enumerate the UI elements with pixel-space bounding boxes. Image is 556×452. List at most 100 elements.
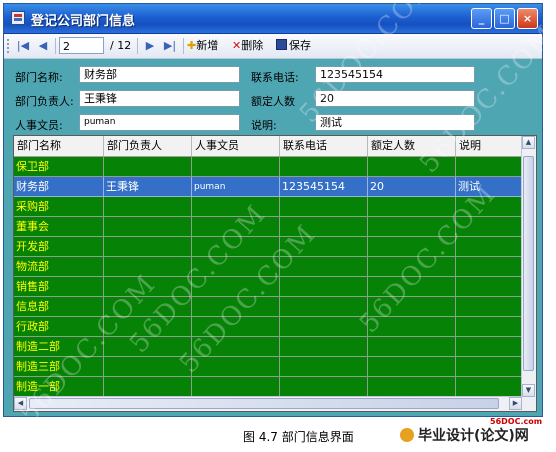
vertical-scroll-thumb[interactable]: [523, 156, 534, 371]
move-last-icon[interactable]: ▶|: [161, 37, 179, 55]
table-cell[interactable]: [104, 337, 192, 357]
table-cell[interactable]: [192, 337, 280, 357]
table-cell[interactable]: [368, 297, 456, 317]
manager-field[interactable]: 王秉锋: [79, 90, 240, 107]
delete-button[interactable]: ✕删除: [232, 37, 263, 55]
table-cell[interactable]: [456, 217, 522, 237]
table-cell[interactable]: [280, 297, 368, 317]
column-header[interactable]: 额定人数: [368, 136, 456, 156]
table-row[interactable]: 销售部: [14, 277, 522, 297]
table-cell[interactable]: [456, 297, 522, 317]
table-cell[interactable]: [456, 317, 522, 337]
table-cell[interactable]: 制造三部: [14, 357, 104, 377]
table-cell[interactable]: [192, 257, 280, 277]
scroll-up-icon[interactable]: ▲: [522, 136, 535, 149]
scroll-left-icon[interactable]: ◀: [14, 397, 27, 410]
dept-data-grid[interactable]: 部门名称 部门负责人 人事文员 联系电话 额定人数 说明 保卫部 财务部 王秉锋 puman 12…: [13, 135, 537, 412]
table-cell[interactable]: [104, 257, 192, 277]
column-header[interactable]: 联系电话: [280, 136, 368, 156]
table-cell[interactable]: [104, 237, 192, 257]
table-cell[interactable]: [280, 317, 368, 337]
table-cell[interactable]: [368, 257, 456, 277]
table-cell[interactable]: [104, 217, 192, 237]
table-cell[interactable]: [104, 317, 192, 337]
add-button[interactable]: ✚新增: [187, 37, 218, 55]
table-cell[interactable]: [368, 197, 456, 217]
table-cell[interactable]: [280, 257, 368, 277]
title-bar[interactable]: 登记公司部门信息 _ □ ×: [4, 4, 542, 34]
table-cell[interactable]: [456, 277, 522, 297]
table-cell[interactable]: [456, 377, 522, 397]
table-cell[interactable]: [280, 217, 368, 237]
table-cell[interactable]: [280, 357, 368, 377]
table-cell[interactable]: [104, 377, 192, 397]
dept-name-field[interactable]: 财务部: [79, 66, 240, 83]
column-header[interactable]: 部门负责人: [104, 136, 192, 156]
table-row[interactable]: 保卫部: [14, 157, 522, 177]
table-cell[interactable]: 王秉锋: [104, 177, 192, 197]
horizontal-scrollbar[interactable]: ◀ ▶: [14, 396, 522, 411]
table-cell[interactable]: [104, 357, 192, 377]
table-cell[interactable]: 制造一部: [14, 377, 104, 397]
table-cell[interactable]: [104, 297, 192, 317]
table-cell[interactable]: [280, 377, 368, 397]
position-input[interactable]: 2: [59, 37, 104, 54]
table-cell[interactable]: 物流部: [14, 257, 104, 277]
move-next-icon[interactable]: ▶: [141, 37, 159, 55]
table-row[interactable]: 行政部: [14, 317, 522, 337]
table-cell[interactable]: 信息部: [14, 297, 104, 317]
table-cell[interactable]: [456, 237, 522, 257]
table-cell[interactable]: 董事会: [14, 217, 104, 237]
minimize-button[interactable]: _: [471, 8, 492, 29]
table-cell[interactable]: [368, 337, 456, 357]
table-row[interactable]: 财务部 王秉锋 puman 123545154 20 测试: [14, 177, 522, 197]
table-cell[interactable]: [104, 197, 192, 217]
save-button[interactable]: 保存: [276, 37, 311, 55]
table-cell[interactable]: [368, 357, 456, 377]
table-cell[interactable]: 财务部: [14, 177, 104, 197]
table-cell[interactable]: [192, 237, 280, 257]
quota-field[interactable]: 20: [315, 90, 475, 107]
table-cell[interactable]: [368, 217, 456, 237]
table-cell[interactable]: [192, 357, 280, 377]
table-cell[interactable]: [456, 197, 522, 217]
table-cell[interactable]: [192, 217, 280, 237]
table-cell[interactable]: 采购部: [14, 197, 104, 217]
table-cell[interactable]: [456, 337, 522, 357]
horizontal-scroll-thumb[interactable]: [29, 398, 499, 409]
table-row[interactable]: 董事会: [14, 217, 522, 237]
table-row[interactable]: 制造三部: [14, 357, 522, 377]
table-cell[interactable]: [368, 237, 456, 257]
scroll-right-icon[interactable]: ▶: [509, 397, 522, 410]
move-previous-icon[interactable]: ◀: [34, 37, 52, 55]
table-cell[interactable]: [368, 377, 456, 397]
table-cell[interactable]: [192, 197, 280, 217]
table-cell[interactable]: [192, 377, 280, 397]
table-cell[interactable]: 保卫部: [14, 157, 104, 177]
table-cell[interactable]: 123545154: [280, 177, 368, 197]
scroll-down-icon[interactable]: ▼: [522, 384, 535, 397]
table-cell[interactable]: [368, 157, 456, 177]
table-cell[interactable]: [104, 277, 192, 297]
table-cell[interactable]: puman: [192, 177, 280, 197]
table-cell[interactable]: [368, 317, 456, 337]
table-cell[interactable]: [368, 277, 456, 297]
move-first-icon[interactable]: |◀: [14, 37, 32, 55]
table-cell[interactable]: [456, 357, 522, 377]
column-header[interactable]: 说明: [456, 136, 522, 156]
table-cell[interactable]: [192, 297, 280, 317]
close-button[interactable]: ×: [517, 8, 538, 29]
hr-field[interactable]: puman: [79, 114, 240, 131]
table-cell[interactable]: [280, 157, 368, 177]
column-header[interactable]: 部门名称: [14, 136, 104, 156]
table-cell[interactable]: [456, 257, 522, 277]
table-cell[interactable]: [192, 277, 280, 297]
table-cell[interactable]: 制造二部: [14, 337, 104, 357]
table-cell[interactable]: [192, 317, 280, 337]
table-row[interactable]: 采购部: [14, 197, 522, 217]
table-cell[interactable]: 行政部: [14, 317, 104, 337]
table-cell[interactable]: [192, 157, 280, 177]
table-row[interactable]: 制造一部: [14, 377, 522, 397]
table-cell[interactable]: [280, 197, 368, 217]
vertical-scrollbar[interactable]: ▲ ▼: [521, 136, 536, 397]
